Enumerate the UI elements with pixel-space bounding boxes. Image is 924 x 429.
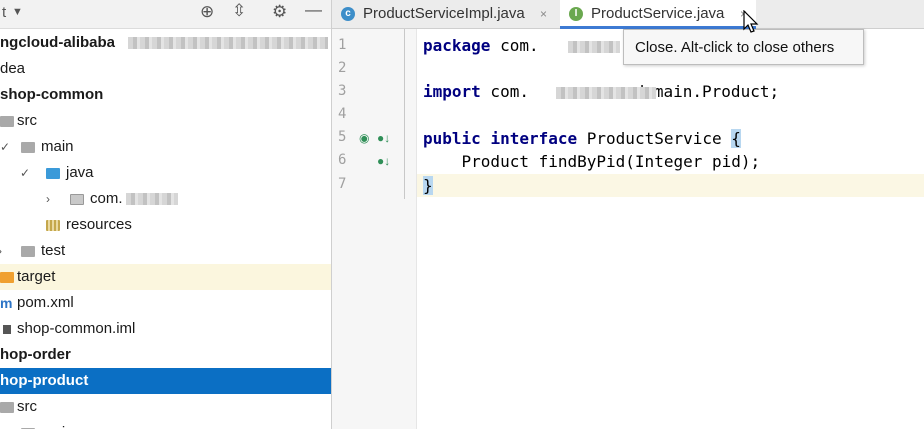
line-number: 5 xyxy=(338,129,347,145)
excluded-folder-icon xyxy=(0,272,14,283)
project-toolbar: t ▼ ⊕ ⇳ ⚙ — xyxy=(0,0,331,29)
redacted-path xyxy=(128,37,328,49)
keyword: package xyxy=(423,36,491,55)
tree-item-root[interactable]: ngcloud-alibaba xyxy=(0,30,331,56)
tree-item-shop-product[interactable]: hop-product xyxy=(0,368,331,394)
tree-item-pom[interactable]: m pom.xml xyxy=(0,290,331,316)
line-number: 3 xyxy=(338,83,347,99)
keyword: import xyxy=(423,82,481,101)
tree-item-main[interactable]: main xyxy=(0,420,331,429)
source-folder-icon xyxy=(46,168,60,179)
tree-item-test[interactable]: › test xyxy=(0,238,331,264)
tree-item-label: src xyxy=(17,112,37,129)
target-icon[interactable]: ⊕ xyxy=(200,2,214,22)
mouse-cursor-icon xyxy=(743,10,759,33)
tree-item-label: main xyxy=(41,420,74,429)
class-icon: c xyxy=(341,7,355,21)
line-number: 2 xyxy=(338,60,347,76)
tree-item-label: resources xyxy=(66,216,132,233)
code-line-1[interactable]: package com. xyxy=(423,36,539,55)
tree-item-label: hop-order xyxy=(0,346,71,363)
line-number: 7 xyxy=(338,176,347,192)
brace: } xyxy=(423,176,433,195)
keyword: interface xyxy=(490,129,578,148)
fold-guide xyxy=(404,29,405,199)
tree-item-label: pom.xml xyxy=(17,294,74,311)
keyword: public xyxy=(423,129,481,148)
maven-icon: m xyxy=(0,295,13,311)
tree-item-main[interactable]: ✓ main xyxy=(0,134,331,160)
view-label[interactable]: t xyxy=(2,4,6,21)
code-line-7[interactable]: } xyxy=(423,176,433,195)
minimize-icon[interactable]: — xyxy=(305,0,322,20)
tree-item-label: target xyxy=(17,268,56,285)
brace: { xyxy=(731,129,741,148)
line-number: 6 xyxy=(338,152,347,168)
interface-icon: I xyxy=(569,7,583,21)
chevron-down-icon[interactable]: ✓ xyxy=(0,134,10,160)
code-line-5[interactable]: public interface ProductService { xyxy=(423,129,741,148)
code-text: com. xyxy=(490,36,539,55)
close-icon[interactable]: × xyxy=(540,0,547,28)
chevron-right-icon[interactable]: › xyxy=(0,238,2,264)
editor-tab-bar: c ProductServiceImpl.java × I ProductSer… xyxy=(332,0,924,29)
redacted-package xyxy=(556,87,656,99)
close-tooltip: Close. Alt-click to close others xyxy=(623,29,864,65)
implementation-arrow-icon[interactable]: ●↓ xyxy=(377,154,390,168)
project-panel: t ▼ ⊕ ⇳ ⚙ — ngcloud-alibaba dea shop-com… xyxy=(0,0,331,429)
tree-item-label: dea xyxy=(0,60,26,77)
code-text: com. xyxy=(480,82,529,101)
dropdown-icon[interactable]: ▼ xyxy=(12,6,23,18)
redacted-package xyxy=(568,41,620,53)
line-number: 4 xyxy=(338,106,347,122)
implementation-arrow-icon[interactable]: ●↓ xyxy=(377,131,390,145)
tree-item-resources[interactable]: resources xyxy=(0,212,331,238)
tree-item-idea[interactable]: dea xyxy=(0,56,331,82)
package-icon xyxy=(70,194,84,205)
module-file-icon xyxy=(3,325,11,334)
tree-item-label: shop-common.iml xyxy=(17,320,136,337)
tab-label: ProductService.java xyxy=(591,5,725,22)
tree-item-src[interactable]: ⌄ src xyxy=(0,394,331,420)
tree-item-package[interactable]: › com. xyxy=(0,186,331,212)
tab-product-service-impl[interactable]: c ProductServiceImpl.java × xyxy=(332,0,558,28)
tab-product-service[interactable]: I ProductService.java × xyxy=(560,0,756,29)
collapse-all-icon[interactable]: ⇳ xyxy=(232,1,246,21)
tree-item-label: com. xyxy=(90,190,123,207)
tree-item-shop-order[interactable]: hop-order xyxy=(0,342,331,368)
code-line-6[interactable]: Product findByPid(Integer pid); xyxy=(423,152,761,171)
current-line-highlight xyxy=(332,174,924,197)
tree-item-src[interactable]: ⌄ src xyxy=(0,108,331,134)
tree-item-shop-common[interactable]: shop-common xyxy=(0,82,331,108)
folder-icon xyxy=(0,116,14,127)
redacted-package xyxy=(126,193,178,205)
tab-label: ProductServiceImpl.java xyxy=(363,5,525,22)
tree-item-java[interactable]: ✓ java xyxy=(0,160,331,186)
tree-item-label: java xyxy=(66,164,94,181)
tree-item-iml[interactable]: shop-common.iml xyxy=(0,316,331,342)
tree-item-label: shop-common xyxy=(0,86,104,103)
gutter-separator xyxy=(416,29,417,429)
tree-item-label: test xyxy=(41,242,66,259)
tree-item-label: src xyxy=(17,398,37,415)
line-number: 1 xyxy=(338,37,347,53)
resources-folder-icon xyxy=(46,220,60,231)
folder-icon xyxy=(0,402,14,413)
implemented-icon[interactable]: ◉ xyxy=(359,131,369,145)
interface-name: ProductService xyxy=(577,129,732,148)
tree-item-target[interactable]: target xyxy=(0,264,331,290)
folder-icon xyxy=(21,246,35,257)
tree-item-label: hop-product xyxy=(0,372,89,389)
chevron-right-icon[interactable]: › xyxy=(46,186,50,212)
chevron-down-icon[interactable]: ✓ xyxy=(20,160,30,186)
tree-item-label: ngcloud-alibaba xyxy=(0,34,116,51)
folder-icon xyxy=(21,142,35,153)
gear-icon[interactable]: ⚙ xyxy=(272,2,287,22)
tree-item-label: main xyxy=(41,138,74,155)
